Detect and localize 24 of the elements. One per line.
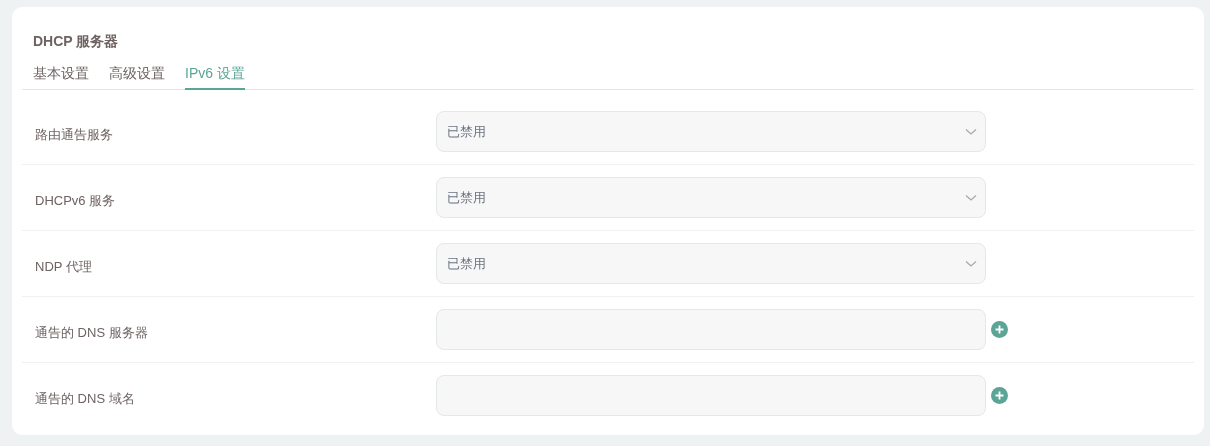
add-button[interactable] [991, 321, 1008, 338]
plus-icon [995, 391, 1004, 400]
input-field[interactable] [436, 309, 986, 350]
field-label: 路由通告服务 [34, 125, 114, 144]
field-label: NDP 代理 [34, 257, 93, 276]
field-label: 通告的 DNS 域名 [34, 389, 136, 408]
chevron-down-icon [965, 259, 977, 268]
input-field[interactable] [436, 375, 986, 416]
field-label: 通告的 DNS 服务器 [34, 323, 149, 342]
select-value: 已禁用 [447, 254, 486, 273]
plus-icon [995, 325, 1004, 334]
chevron-down-icon [965, 193, 977, 202]
tab[interactable]: 基本设置 [33, 64, 89, 90]
select-value: 已禁用 [447, 122, 486, 141]
chevron-down-icon [965, 127, 977, 136]
tab[interactable]: 高级设置 [109, 64, 165, 90]
select-value: 已禁用 [447, 188, 486, 207]
field-label: DHCPv6 服务 [34, 191, 117, 210]
select-field[interactable]: 已禁用 [436, 243, 986, 284]
panel-title: DHCP 服务器 [33, 32, 120, 50]
add-button[interactable] [991, 387, 1008, 404]
select-field[interactable]: 已禁用 [436, 111, 986, 152]
select-field[interactable]: 已禁用 [436, 177, 986, 218]
tab[interactable]: IPv6 设置 [185, 64, 245, 90]
